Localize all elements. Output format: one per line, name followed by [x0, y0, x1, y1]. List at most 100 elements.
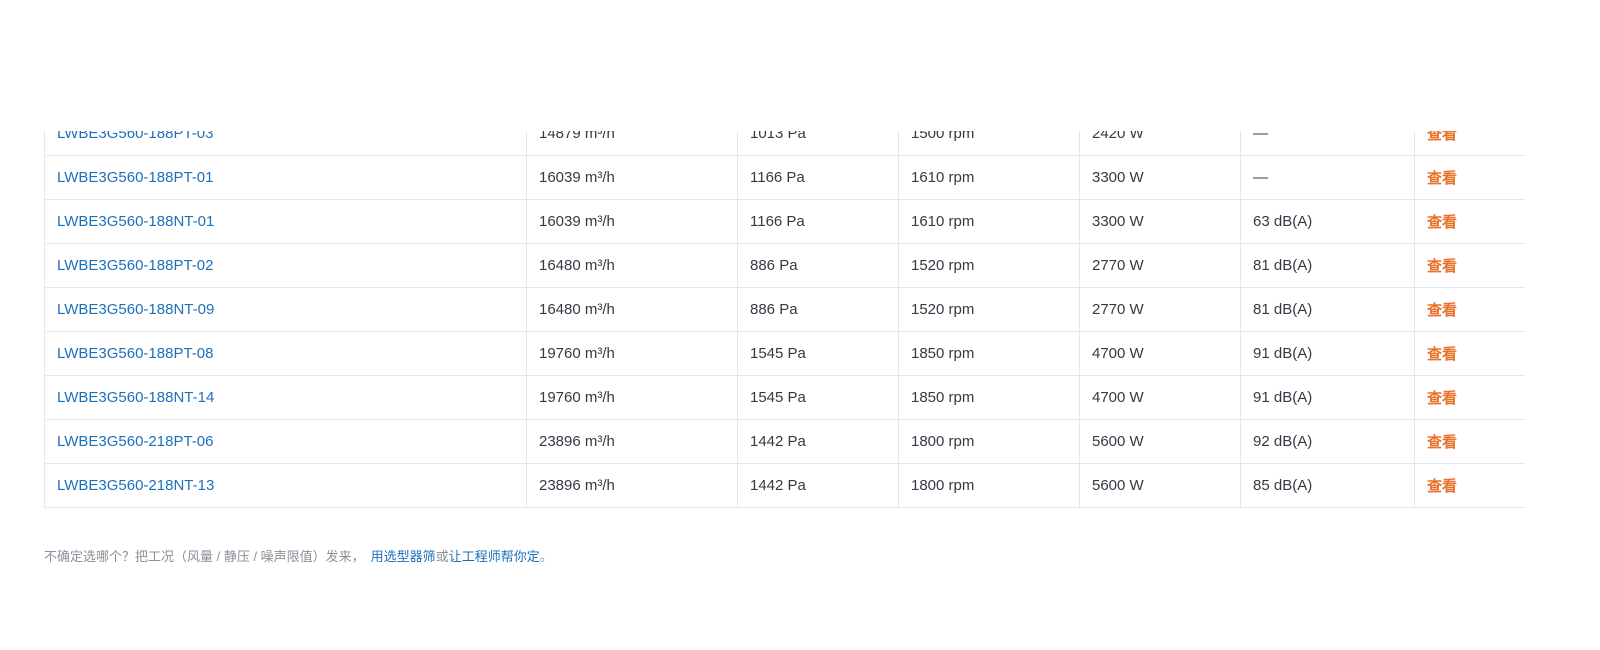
airflow-cell: 16480 m³/h — [526, 287, 738, 332]
speed-cell: 1520 rpm — [898, 287, 1080, 332]
noise-cell: — — [1240, 131, 1415, 156]
engineer-help-link[interactable]: 让工程师帮你定 — [449, 549, 540, 564]
action-cell: 查看 — [1414, 419, 1525, 464]
model-table: LWBE3G560-188PT-03 14879 m³/h 1013 Pa 15… — [44, 131, 1525, 508]
power-cell: 3300 W — [1079, 155, 1241, 200]
model-link[interactable]: LWBE3G560-188NT-09 — [57, 301, 214, 318]
speed-cell: 1610 rpm — [898, 155, 1080, 200]
table-row: LWBE3G560-188NT-14 19760 m³/h 1545 Pa 18… — [44, 375, 1525, 420]
speed-cell: 1800 rpm — [898, 463, 1080, 508]
action-cell: 查看 — [1414, 243, 1525, 288]
speed-cell: 1850 rpm — [898, 375, 1080, 420]
view-link[interactable]: 查看 — [1427, 346, 1457, 363]
speed-cell: 1500 rpm — [898, 131, 1080, 156]
selection-help-note: 不确定选哪个？把工况（风量 / 静压 / 噪声限值）发来， 用选型器筛或让工程师帮… — [44, 546, 553, 565]
pressure-cell: 886 Pa — [737, 243, 899, 288]
view-link[interactable]: 查看 — [1427, 131, 1457, 143]
action-cell: 查看 — [1414, 375, 1525, 420]
airflow-cell: 23896 m³/h — [526, 419, 738, 464]
noise-cell: 92 dB(A) — [1240, 419, 1415, 464]
action-cell: 查看 — [1414, 199, 1525, 244]
speed-cell: 1610 rpm — [898, 199, 1080, 244]
model-cell: LWBE3G560-218NT-13 — [44, 463, 527, 508]
model-link[interactable]: LWBE3G560-218PT-06 — [57, 433, 213, 450]
pressure-cell: 1442 Pa — [737, 419, 899, 464]
period-text: 。 — [539, 549, 553, 564]
action-cell: 查看 — [1414, 331, 1525, 376]
model-cell: LWBE3G560-188PT-08 — [44, 331, 527, 376]
airflow-cell: 16480 m³/h — [526, 243, 738, 288]
view-link[interactable]: 查看 — [1427, 434, 1457, 451]
view-link[interactable]: 查看 — [1427, 302, 1457, 319]
noise-cell: 81 dB(A) — [1240, 243, 1415, 288]
model-cell: LWBE3G560-188NT-01 — [44, 199, 527, 244]
model-link[interactable]: LWBE3G560-188NT-14 — [57, 389, 214, 406]
speed-cell: 1520 rpm — [898, 243, 1080, 288]
model-link[interactable]: LWBE3G560-218NT-13 — [57, 477, 214, 494]
model-cell: LWBE3G560-188PT-02 — [44, 243, 527, 288]
action-cell: 查看 — [1414, 287, 1525, 332]
table-row: LWBE3G560-188NT-01 16039 m³/h 1166 Pa 16… — [44, 199, 1525, 244]
model-link[interactable]: LWBE3G560-188PT-08 — [57, 345, 213, 362]
noise-cell: 63 dB(A) — [1240, 199, 1415, 244]
view-link[interactable]: 查看 — [1427, 214, 1457, 231]
view-link[interactable]: 查看 — [1427, 170, 1457, 187]
table-row: LWBE3G560-188PT-01 16039 m³/h 1166 Pa 16… — [44, 155, 1525, 200]
noise-cell: 81 dB(A) — [1240, 287, 1415, 332]
power-cell: 5600 W — [1079, 463, 1241, 508]
table-row: LWBE3G560-188PT-02 16480 m³/h 886 Pa 152… — [44, 243, 1525, 288]
table-row: LWBE3G560-188NT-09 16480 m³/h 886 Pa 152… — [44, 287, 1525, 332]
view-link[interactable]: 查看 — [1427, 478, 1457, 495]
model-table-body: LWBE3G560-188PT-03 14879 m³/h 1013 Pa 15… — [44, 131, 1525, 508]
airflow-cell: 19760 m³/h — [526, 375, 738, 420]
pressure-cell: 1166 Pa — [737, 155, 899, 200]
table-row: LWBE3G560-218PT-06 23896 m³/h 1442 Pa 18… — [44, 419, 1525, 464]
model-cell: LWBE3G560-188NT-14 — [44, 375, 527, 420]
noise-cell: 91 dB(A) — [1240, 331, 1415, 376]
pressure-cell: 1013 Pa — [737, 131, 899, 156]
noise-cell: 91 dB(A) — [1240, 375, 1415, 420]
model-link[interactable]: LWBE3G560-188NT-01 — [57, 213, 214, 230]
power-cell: 4700 W — [1079, 331, 1241, 376]
page: LWBE3G560-188PT-03 14879 m³/h 1013 Pa 15… — [0, 0, 1600, 650]
action-cell: 查看 — [1414, 155, 1525, 200]
pressure-cell: 1545 Pa — [737, 331, 899, 376]
pressure-cell: 886 Pa — [737, 287, 899, 332]
action-cell: 查看 — [1414, 131, 1525, 156]
power-cell: 2420 W — [1079, 131, 1241, 156]
power-cell: 4700 W — [1079, 375, 1241, 420]
pressure-cell: 1166 Pa — [737, 199, 899, 244]
model-link[interactable]: LWBE3G560-188PT-01 — [57, 169, 213, 186]
airflow-cell: 16039 m³/h — [526, 199, 738, 244]
airflow-cell: 16039 m³/h — [526, 155, 738, 200]
model-link[interactable]: LWBE3G560-188PT-03 — [57, 131, 213, 142]
noise-cell: 85 dB(A) — [1240, 463, 1415, 508]
model-link[interactable]: LWBE3G560-188PT-02 — [57, 257, 213, 274]
view-link[interactable]: 查看 — [1427, 390, 1457, 407]
table-row: LWBE3G560-188PT-08 19760 m³/h 1545 Pa 18… — [44, 331, 1525, 376]
airflow-cell: 23896 m³/h — [526, 463, 738, 508]
view-link[interactable]: 查看 — [1427, 258, 1457, 275]
power-cell: 3300 W — [1079, 199, 1241, 244]
model-cell: LWBE3G560-218PT-06 — [44, 419, 527, 464]
model-table-scroll-content: LWBE3G560-188PT-03 14879 m³/h 1013 Pa 15… — [44, 131, 1525, 508]
speed-cell: 1850 rpm — [898, 331, 1080, 376]
noise-cell: — — [1240, 155, 1415, 200]
selector-tool-link[interactable]: 用选型器筛 — [371, 549, 436, 564]
action-cell: 查看 — [1414, 463, 1525, 508]
power-cell: 2770 W — [1079, 287, 1241, 332]
model-cell: LWBE3G560-188PT-01 — [44, 155, 527, 200]
table-row: LWBE3G560-218NT-13 23896 m³/h 1442 Pa 18… — [44, 463, 1525, 508]
pressure-cell: 1545 Pa — [737, 375, 899, 420]
model-table-viewport[interactable]: LWBE3G560-188PT-03 14879 m³/h 1013 Pa 15… — [44, 131, 1525, 510]
model-cell: LWBE3G560-188PT-03 — [44, 131, 527, 156]
pressure-cell: 1442 Pa — [737, 463, 899, 508]
speed-cell: 1800 rpm — [898, 419, 1080, 464]
help-prompt-text: 不确定选哪个？把工况（风量 / 静压 / 噪声限值）发来， — [44, 549, 365, 564]
airflow-cell: 19760 m³/h — [526, 331, 738, 376]
airflow-cell: 14879 m³/h — [526, 131, 738, 156]
power-cell: 5600 W — [1079, 419, 1241, 464]
connector-text: 或 — [435, 549, 449, 564]
power-cell: 2770 W — [1079, 243, 1241, 288]
model-cell: LWBE3G560-188NT-09 — [44, 287, 527, 332]
